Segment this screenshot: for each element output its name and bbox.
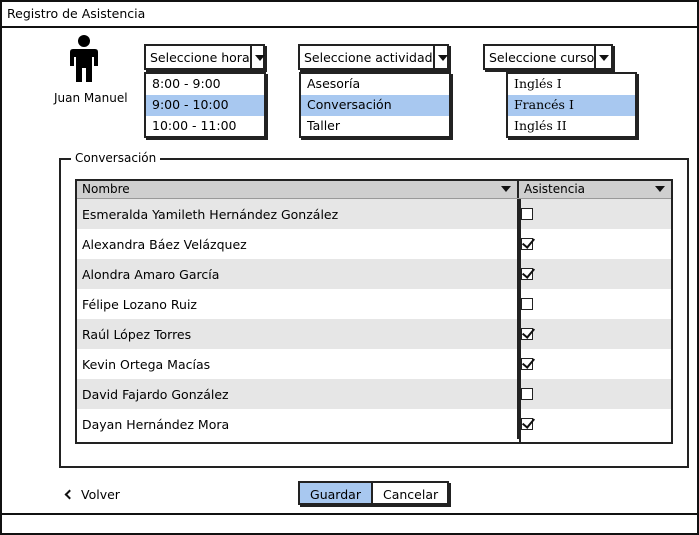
student-name: David Fajardo González bbox=[77, 379, 519, 409]
status-bar bbox=[2, 513, 697, 533]
actividad-dropdown-label: Seleccione actividad bbox=[304, 50, 433, 65]
attendance-cell bbox=[519, 319, 671, 349]
group-title: Conversación bbox=[71, 151, 161, 165]
attendance-table: Nombre Asistencia Esmeralda Yamileth Her… bbox=[75, 179, 673, 444]
column-header-nombre[interactable]: Nombre bbox=[77, 181, 519, 198]
attendance-checkbox[interactable] bbox=[521, 268, 533, 280]
attendance-checkbox[interactable] bbox=[521, 298, 533, 310]
student-name: Dayan Hernández Mora bbox=[77, 409, 519, 439]
student-name: Félipe Lozano Ruiz bbox=[77, 289, 519, 319]
table-row: David Fajardo González bbox=[77, 379, 671, 409]
actividad-option[interactable]: Conversación bbox=[301, 95, 449, 116]
attendance-cell bbox=[519, 289, 671, 319]
attendance-checkbox[interactable] bbox=[521, 388, 533, 400]
save-button[interactable]: Guardar bbox=[300, 483, 373, 503]
student-name: Raúl López Torres bbox=[77, 319, 519, 349]
column-divider bbox=[519, 199, 521, 442]
back-label: Volver bbox=[81, 487, 120, 502]
curso-option[interactable]: Inglés II bbox=[508, 116, 635, 137]
curso-option[interactable]: Francés I bbox=[508, 95, 635, 116]
sort-arrow-icon[interactable] bbox=[501, 186, 511, 192]
hora-listbox[interactable]: 8:00 - 9:00 9:00 - 10:00 10:00 - 11:00 bbox=[144, 72, 266, 138]
sort-arrow-icon[interactable] bbox=[655, 186, 665, 192]
column-header-asistencia[interactable]: Asistencia bbox=[519, 181, 671, 198]
attendance-checkbox[interactable] bbox=[521, 418, 533, 430]
curso-option[interactable]: Inglés I bbox=[508, 74, 635, 95]
actividad-option[interactable]: Asesoría bbox=[301, 74, 449, 95]
chevron-down-icon[interactable] bbox=[594, 46, 611, 68]
window-title: Registro de Asistencia bbox=[2, 2, 697, 28]
column-header-label: Asistencia bbox=[524, 182, 586, 196]
action-button-group: Guardar Cancelar bbox=[298, 481, 449, 505]
curso-dropdown[interactable]: Seleccione curso bbox=[483, 44, 613, 70]
chevron-down-icon[interactable] bbox=[249, 46, 266, 68]
actividad-listbox[interactable]: Asesoría Conversación Taller bbox=[299, 72, 451, 138]
student-name: Esmeralda Yamileth Hernández González bbox=[77, 199, 519, 229]
column-header-label: Nombre bbox=[82, 182, 130, 196]
student-name: Kevin Ortega Macías bbox=[77, 349, 519, 379]
user-name: Juan Manuel bbox=[54, 91, 128, 105]
table-row: Esmeralda Yamileth Hernández González bbox=[77, 199, 671, 229]
attendance-cell bbox=[519, 229, 671, 259]
cancel-button[interactable]: Cancelar bbox=[373, 483, 447, 503]
attendance-checkbox[interactable] bbox=[521, 328, 533, 340]
actividad-dropdown[interactable]: Seleccione actividad bbox=[298, 44, 449, 70]
hora-dropdown[interactable]: Seleccione hora bbox=[144, 44, 266, 70]
curso-dropdown-label: Seleccione curso bbox=[489, 50, 595, 65]
chevron-left-icon bbox=[64, 489, 75, 500]
student-name: Alexandra Báez Velázquez bbox=[77, 229, 519, 259]
actividad-option[interactable]: Taller bbox=[301, 116, 449, 137]
chevron-down-icon[interactable] bbox=[432, 46, 449, 68]
attendance-cell bbox=[519, 349, 671, 379]
attendance-checkbox[interactable] bbox=[521, 238, 533, 250]
table-row: Kevin Ortega Macías bbox=[77, 349, 671, 379]
student-name: Alondra Amaro García bbox=[77, 259, 519, 289]
attendance-checkbox[interactable] bbox=[521, 358, 533, 370]
hora-option[interactable]: 9:00 - 10:00 bbox=[146, 95, 264, 116]
attendance-cell bbox=[519, 259, 671, 289]
table-header: Nombre Asistencia bbox=[77, 181, 671, 199]
hora-option[interactable]: 10:00 - 11:00 bbox=[146, 116, 264, 137]
attendance-cell bbox=[519, 409, 671, 439]
table-row: Félipe Lozano Ruiz bbox=[77, 289, 671, 319]
attendance-cell bbox=[519, 199, 671, 229]
table-row: Alondra Amaro García bbox=[77, 259, 671, 289]
table-row: Alexandra Báez Velázquez bbox=[77, 229, 671, 259]
curso-listbox[interactable]: Inglés I Francés I Inglés II bbox=[506, 72, 637, 138]
attendance-checkbox[interactable] bbox=[521, 208, 533, 220]
table-body: Esmeralda Yamileth Hernández González Ale… bbox=[77, 199, 671, 442]
app-window: Registro de Asistencia Juan Manuel Selec… bbox=[0, 0, 699, 535]
back-link[interactable]: Volver bbox=[64, 487, 120, 502]
table-row: Dayan Hernández Mora bbox=[77, 409, 671, 439]
attendance-cell bbox=[519, 379, 671, 409]
hora-option[interactable]: 8:00 - 9:00 bbox=[146, 74, 264, 95]
attendance-group: Conversación Nombre Asistencia Esmeralda… bbox=[59, 151, 689, 468]
hora-dropdown-label: Seleccione hora bbox=[150, 50, 250, 65]
table-row: Raúl López Torres bbox=[77, 319, 671, 349]
person-icon bbox=[70, 35, 98, 82]
